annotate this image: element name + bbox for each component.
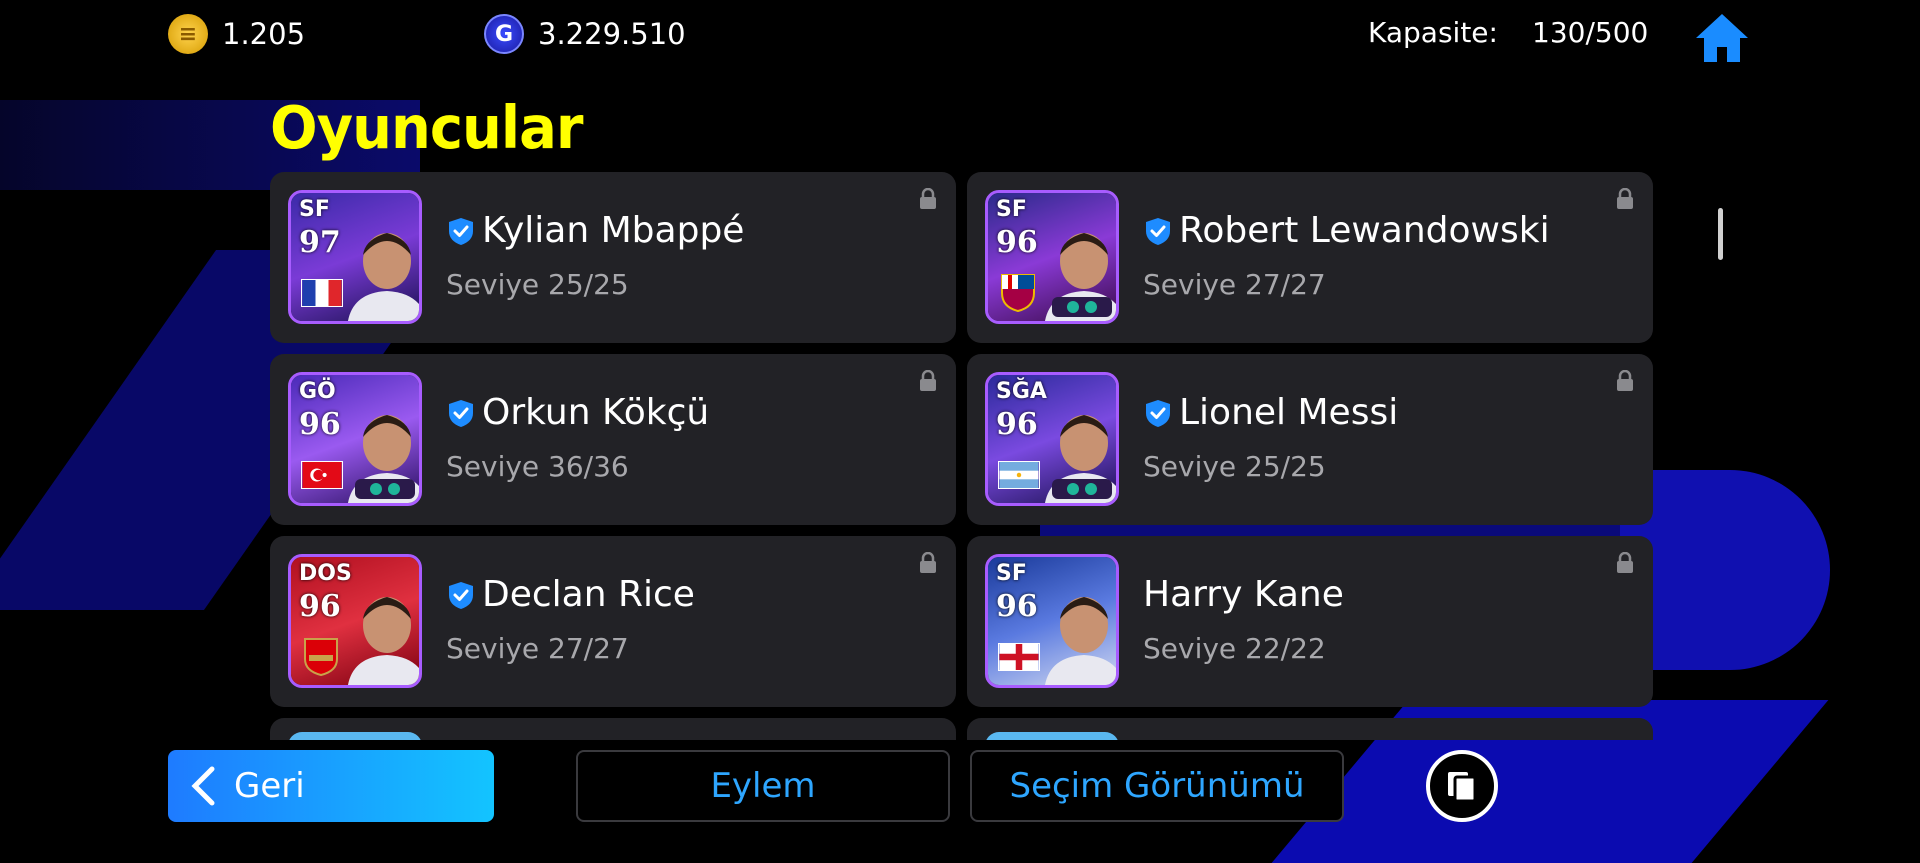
copy-button[interactable] [1426,750,1498,822]
player-rating: 96 [996,589,1038,624]
back-button[interactable]: Geri [168,750,494,822]
player-thumbnail[interactable]: SF 96 [985,190,1119,324]
verified-shield-icon [449,217,473,245]
scrollbar[interactable] [1718,208,1723,260]
player-rating: 96 [996,225,1038,260]
player-thumbnail[interactable]: DOS 96 [288,554,422,688]
capacity-value: 130/500 [1532,16,1649,49]
player-card[interactable] [270,718,956,740]
top-bar: ≡ 1.205 G 3.229.510 Kapasite: 130/500 [0,0,1920,70]
player-rating: 96 [996,407,1038,442]
skill-slots [355,479,415,499]
player-name-row: Kylian Mbappé [446,210,744,251]
skill-slots [1052,297,1112,317]
player-card[interactable]: DOS 96 Declan Rice Seviye 27/27 [270,536,956,707]
player-thumbnail[interactable]: GÖ 96 [288,372,422,506]
lock-icon[interactable] [1615,552,1635,574]
player-card[interactable]: SĞA 96 Lionel Messi Seviye 25/25 [967,354,1653,525]
player-name-row: Harry Kane [1143,574,1344,615]
player-name: Lionel Messi [1179,392,1399,433]
gp-icon: G [484,14,524,54]
player-card[interactable]: SF 96 Robert Lewandowski Seviye 27/27 [967,172,1653,343]
coins-display: ≡ 1.205 [168,14,305,54]
player-list: SF 97 Kylian Mbappé Seviye 25/25 SF 96 R… [270,172,1653,740]
page-title: Oyuncular [270,94,584,163]
player-portrait [347,233,419,321]
coin-icon: ≡ [168,14,208,54]
action-label: Eylem [710,766,816,806]
player-level: Seviye 22/22 [1143,632,1326,665]
player-position: SF [996,197,1027,222]
player-position: SĞA [996,379,1047,404]
player-thumbnail[interactable]: SF 97 [288,190,422,324]
player-card[interactable]: SF 96 Harry Kane Seviye 22/22 [967,536,1653,707]
player-thumbnail[interactable]: SĞA 96 [985,372,1119,506]
lock-icon[interactable] [1615,188,1635,210]
player-name: Harry Kane [1143,574,1344,615]
lock-icon[interactable] [918,370,938,392]
verified-shield-icon [1146,399,1170,427]
player-name-row: Orkun Kökçü [446,392,709,433]
player-portrait [1044,597,1116,685]
player-card[interactable] [967,718,1653,740]
player-card[interactable]: SF 97 Kylian Mbappé Seviye 25/25 [270,172,956,343]
player-name-row: Declan Rice [446,574,695,615]
player-thumbnail[interactable]: SF 96 [985,554,1119,688]
skill-slots [1052,479,1112,499]
player-level: Seviye 27/27 [1143,268,1326,301]
player-level: Seviye 25/25 [446,268,629,301]
home-icon[interactable] [1694,12,1750,64]
player-name: Declan Rice [482,574,695,615]
coins-value: 1.205 [222,17,306,51]
player-name-row: Lionel Messi [1143,392,1398,433]
action-button[interactable]: Eylem [576,750,950,822]
player-name-row: Robert Lewandowski [1143,210,1550,251]
verified-shield-icon [449,399,473,427]
gp-display: G 3.229.510 [484,14,686,54]
lock-icon[interactable] [918,188,938,210]
player-position: DOS [299,561,352,586]
player-rating: 96 [299,589,341,624]
selection-view-button[interactable]: Seçim Görünümü [970,750,1344,822]
copy-icon [1448,772,1477,803]
player-name: Orkun Kökçü [482,392,710,433]
gp-value: 3.229.510 [538,17,686,51]
player-position: SF [996,561,1027,586]
player-level: Seviye 36/36 [446,450,629,483]
selection-view-label: Seçim Görünümü [1009,766,1305,806]
player-level: Seviye 27/27 [446,632,629,665]
player-rating: 97 [299,225,341,260]
player-card[interactable]: GÖ 96 Orkun Kökçü Seviye 36/36 [270,354,956,525]
verified-shield-icon [449,581,473,609]
player-rating: 96 [299,407,341,442]
verified-shield-icon [1146,217,1170,245]
player-portrait [347,597,419,685]
back-label: Geri [234,766,305,806]
player-name: Robert Lewandowski [1179,210,1550,251]
lock-icon[interactable] [1615,370,1635,392]
player-level: Seviye 25/25 [1143,450,1326,483]
player-position: SF [299,197,330,222]
chevron-left-icon [191,766,215,806]
player-name: Kylian Mbappé [482,210,745,251]
player-position: GÖ [299,379,336,404]
lock-icon[interactable] [918,552,938,574]
capacity-label: Kapasite: [1368,16,1498,49]
